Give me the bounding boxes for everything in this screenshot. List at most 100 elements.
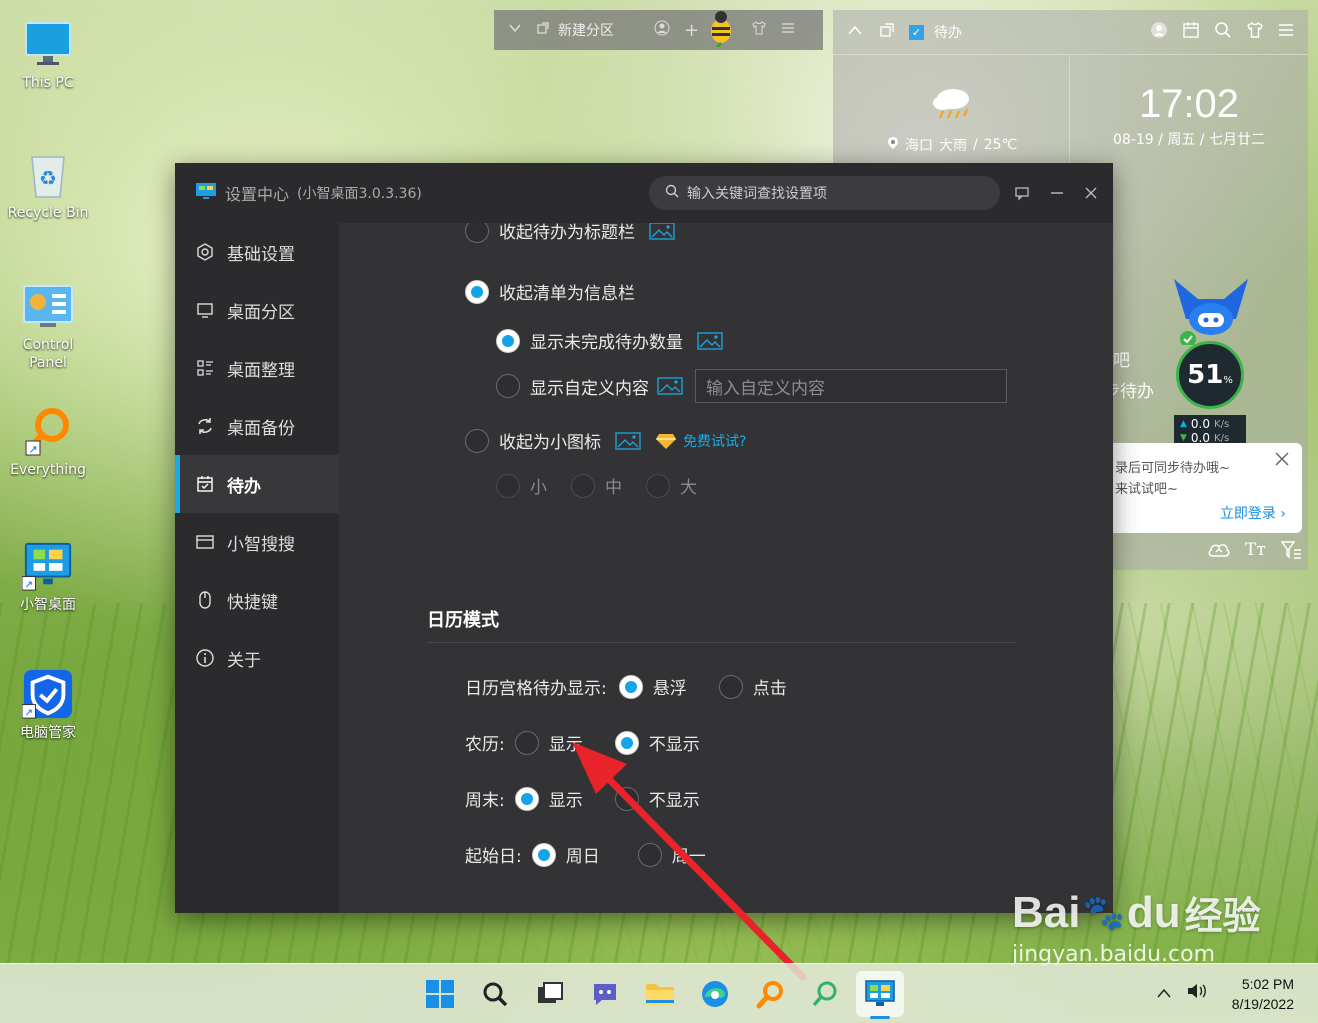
custom-content-input[interactable]: 输入自定义内容 xyxy=(695,369,1007,403)
cloud-sync-icon[interactable] xyxy=(1207,540,1231,564)
menu-icon[interactable] xyxy=(781,22,795,38)
user-icon[interactable] xyxy=(1150,21,1168,43)
settings-search-input[interactable]: 输入关键词查找设置项 xyxy=(649,176,1000,210)
filter-icon[interactable] xyxy=(1280,540,1302,564)
radio-button[interactable] xyxy=(465,223,489,243)
nav-item-label: 桌面备份 xyxy=(227,418,295,439)
system-monitor-widget[interactable]: 51 % ▲ 0.0 K/s ▼ 0.0 K/s xyxy=(1170,275,1252,457)
taskbar-date[interactable]: 8/19/2022 xyxy=(1222,994,1294,1014)
feedback-icon[interactable] xyxy=(1014,185,1030,205)
calendar-icon[interactable] xyxy=(1182,21,1200,43)
login-now-link[interactable]: 立即登录 › xyxy=(1220,503,1286,523)
image-preview-icon[interactable] xyxy=(615,431,641,450)
font-size-icon[interactable]: Tт xyxy=(1245,540,1266,564)
desktop-icon-pc-manager[interactable]: ↗ 电脑管家 xyxy=(5,668,91,742)
size-small-label: 小 xyxy=(530,478,547,498)
radio-button-selected[interactable] xyxy=(618,674,643,699)
radio-button[interactable] xyxy=(571,473,595,498)
minimize-icon[interactable] xyxy=(1049,185,1065,205)
radio-button[interactable] xyxy=(465,428,489,453)
option-collapse-info[interactable]: 收起清单为信息栏 xyxy=(465,279,635,304)
desktop-icon-xiaozhi[interactable]: ↗ 小智桌面 xyxy=(5,540,91,614)
image-preview-icon[interactable] xyxy=(649,223,675,240)
option-collapse-title[interactable]: 收起待办为标题栏 xyxy=(465,223,675,243)
radio-button[interactable] xyxy=(646,473,670,498)
radio-button-selected[interactable] xyxy=(614,730,639,755)
show-label: 显示 xyxy=(548,735,583,755)
chat-icon[interactable] xyxy=(585,974,625,1014)
recycle-bin-icon: ♻ xyxy=(22,148,74,200)
nav-item-hotkeys[interactable]: 快捷键 xyxy=(175,571,339,629)
download-speed-unit: K/s xyxy=(1214,432,1230,444)
click-label: 点击 xyxy=(752,679,787,699)
chevron-up-icon[interactable] xyxy=(847,24,863,40)
chevron-down-icon[interactable] xyxy=(508,21,522,39)
everything-search-icon[interactable] xyxy=(750,974,790,1014)
radio-button[interactable] xyxy=(496,374,520,398)
nav-item-backup[interactable]: 桌面备份 xyxy=(175,397,339,455)
volume-icon[interactable] xyxy=(1186,982,1208,1004)
radio-button[interactable] xyxy=(496,473,520,498)
promo-line-1: 录后可同步待办哦~ xyxy=(1115,461,1230,476)
start-day-row: 起始日: 周日 周一 xyxy=(465,842,706,867)
desktop-icon-everything[interactable]: ↗ Everything xyxy=(5,405,91,479)
image-preview-icon[interactable] xyxy=(657,377,683,395)
option-label: 收起待办为标题栏 xyxy=(499,223,635,243)
task-view-icon[interactable] xyxy=(530,974,570,1014)
option-show-custom[interactable]: 显示自定义内容 输入自定义内容 xyxy=(496,369,1007,403)
login-promo-card: 录后可同步待办哦~ 来试试吧~ 立即登录 › xyxy=(1113,443,1302,533)
search-icon[interactable] xyxy=(1214,21,1232,43)
add-icon[interactable]: + xyxy=(684,20,699,41)
nav-item-todo[interactable]: 待办 xyxy=(175,455,339,513)
radio-button-selected[interactable] xyxy=(531,842,556,867)
radio-button-selected[interactable] xyxy=(514,786,539,811)
xiaozhi-desktop-icon[interactable] xyxy=(856,971,904,1019)
shirt-icon[interactable] xyxy=(1246,21,1264,43)
size-medium-label: 中 xyxy=(605,478,622,498)
option-collapse-icon[interactable]: 收起为小图标 免费试试? xyxy=(465,428,746,453)
radio-button[interactable] xyxy=(718,674,743,699)
option-show-unfinished[interactable]: 显示未完成待办数量 xyxy=(496,328,723,353)
nav-item-about[interactable]: 关于 xyxy=(175,629,339,687)
radio-button[interactable] xyxy=(514,730,539,755)
radio-button-selected[interactable] xyxy=(496,328,520,353)
menu-icon[interactable] xyxy=(1278,23,1294,41)
chevron-up-icon[interactable] xyxy=(1156,984,1172,1003)
svg-text:↗: ↗ xyxy=(28,443,37,456)
desktop-icon-this-pc[interactable]: This PC xyxy=(5,18,91,92)
search-icon[interactable] xyxy=(475,974,515,1014)
svg-text:↗: ↗ xyxy=(24,579,33,591)
user-icon[interactable] xyxy=(654,20,670,40)
close-icon[interactable] xyxy=(1274,451,1290,471)
weather-panel: 海口 大雨 / 25℃ xyxy=(833,55,1070,171)
taskbar-time[interactable]: 5:02 PM xyxy=(1222,974,1294,994)
everything-search-icon: ↗ xyxy=(22,405,74,457)
robot-mascot-icon xyxy=(1174,279,1248,347)
nav-item-basic[interactable]: 基础设置 xyxy=(175,223,339,281)
free-trial-link[interactable]: 免费试试? xyxy=(683,431,746,451)
edge-browser-icon[interactable] xyxy=(695,974,735,1014)
nav-item-search[interactable]: 小智搜搜 xyxy=(175,513,339,571)
nav-item-organize[interactable]: 桌面整理 xyxy=(175,339,339,397)
calendar-cell-todo-row: 日历宫格待办显示: 悬浮 点击 xyxy=(465,674,787,699)
nav-item-partition[interactable]: 桌面分区 xyxy=(175,281,339,339)
radio-button[interactable] xyxy=(614,786,639,811)
close-icon[interactable] xyxy=(1083,185,1099,205)
shirt-icon[interactable] xyxy=(751,20,767,40)
option-label: 显示未完成待办数量 xyxy=(530,333,683,353)
search-green-icon[interactable] xyxy=(805,974,845,1014)
section-divider xyxy=(427,642,1017,643)
desktop-icon-label: This PC xyxy=(22,75,74,91)
custom-content-placeholder: 输入自定义内容 xyxy=(706,378,825,399)
radio-button[interactable] xyxy=(637,842,662,867)
radio-button-selected[interactable] xyxy=(465,279,489,304)
desktop-icon-recycle-bin[interactable]: ♻ Recycle Bin xyxy=(5,148,91,222)
image-preview-icon[interactable] xyxy=(697,331,723,350)
monitor-icon xyxy=(22,18,74,70)
nav-item-label: 桌面整理 xyxy=(227,360,295,381)
popout-icon[interactable] xyxy=(879,22,895,42)
file-explorer-icon[interactable] xyxy=(640,974,680,1014)
desktop-icon-control-panel[interactable]: Control Panel xyxy=(5,280,91,372)
new-zone-button[interactable]: 新建分区 xyxy=(558,20,614,40)
windows-start-icon[interactable] xyxy=(420,974,460,1014)
